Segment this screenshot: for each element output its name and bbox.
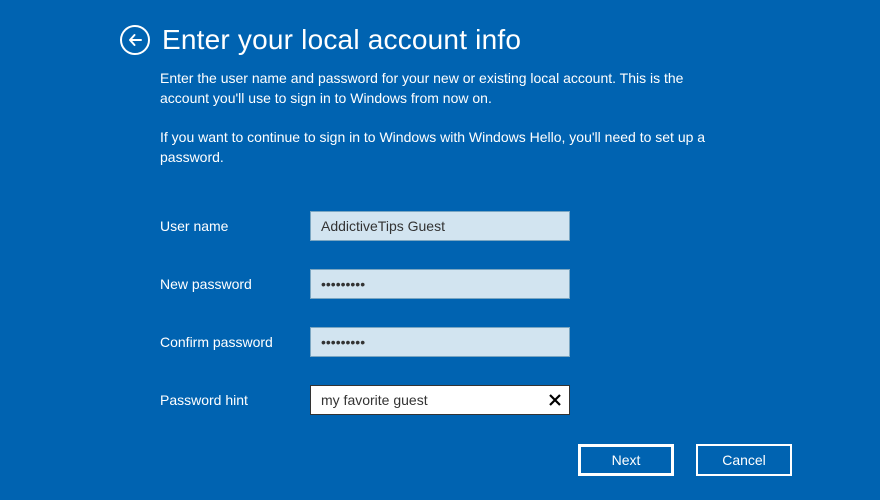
cancel-button[interactable]: Cancel — [696, 444, 792, 476]
description-text-2: If you want to continue to sign in to Wi… — [160, 127, 720, 168]
close-icon — [548, 393, 562, 407]
back-button[interactable] — [120, 25, 150, 55]
password-hint-input[interactable] — [310, 385, 570, 415]
description-text-1: Enter the user name and password for you… — [160, 68, 720, 109]
username-input[interactable] — [310, 211, 570, 241]
page-title: Enter your local account info — [162, 24, 521, 56]
clear-input-button[interactable] — [542, 387, 568, 413]
back-arrow-icon — [127, 32, 143, 48]
next-button[interactable]: Next — [578, 444, 674, 476]
new-password-input[interactable] — [310, 269, 570, 299]
username-label: User name — [160, 218, 310, 234]
password-hint-label: Password hint — [160, 392, 310, 408]
confirm-password-label: Confirm password — [160, 334, 310, 350]
confirm-password-input[interactable] — [310, 327, 570, 357]
new-password-label: New password — [160, 276, 310, 292]
